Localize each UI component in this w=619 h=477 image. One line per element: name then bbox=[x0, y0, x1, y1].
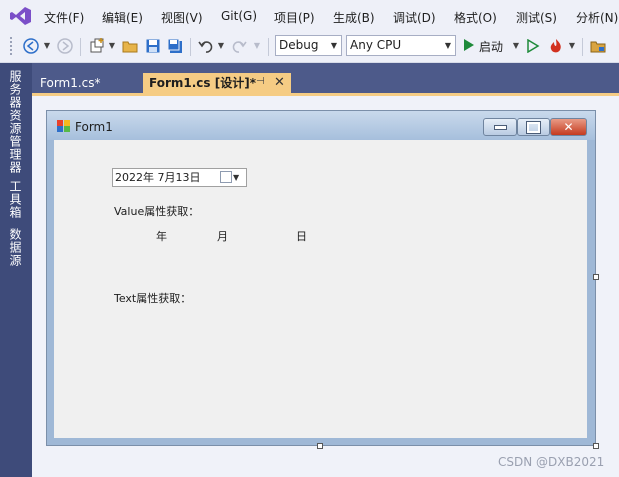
resize-handle-right[interactable] bbox=[593, 274, 599, 280]
value-property-label: Value属性获取： bbox=[114, 205, 200, 218]
start-dropdown-icon[interactable]: ▼ bbox=[512, 41, 520, 51]
new-project-icon[interactable] bbox=[88, 37, 106, 55]
minimize-button[interactable] bbox=[483, 118, 517, 136]
chevron-down-icon: ▼ bbox=[233, 173, 240, 182]
start-button[interactable]: 启动 bbox=[463, 36, 503, 56]
watermark: CSDN @DXB2021 bbox=[498, 455, 605, 469]
chevron-down-icon: ▼ bbox=[330, 41, 337, 50]
side-tab-toolbox[interactable]: 工具箱 bbox=[8, 180, 24, 219]
tab-form1-design-label: Form1.cs [设计]* bbox=[149, 76, 256, 90]
menu-edit[interactable]: 编辑(E) bbox=[102, 9, 143, 26]
date-time-picker[interactable]: 2022年 7月13日 ▼ bbox=[112, 168, 247, 187]
menu-project[interactable]: 项目(P) bbox=[274, 9, 315, 26]
new-project-dropdown-icon[interactable]: ▼ bbox=[108, 41, 116, 51]
toolbar-separator bbox=[190, 38, 191, 56]
save-all-icon[interactable] bbox=[166, 37, 184, 55]
solution-configuration-select[interactable]: Debug ▼ bbox=[275, 35, 342, 56]
chevron-down-icon: ▼ bbox=[444, 41, 451, 50]
form-title: Form1 bbox=[75, 120, 113, 134]
menu-test[interactable]: 测试(S) bbox=[516, 9, 557, 26]
menu-view[interactable]: 视图(V) bbox=[161, 9, 203, 26]
toolbar-grip[interactable] bbox=[10, 37, 15, 55]
resize-handle-bottom-right[interactable] bbox=[593, 443, 599, 449]
start-without-debugging-icon[interactable] bbox=[524, 37, 542, 55]
visual-studio-logo-icon[interactable] bbox=[10, 6, 32, 26]
toolbar-separator bbox=[582, 38, 583, 56]
back-icon[interactable] bbox=[22, 37, 40, 55]
menu-debug[interactable]: 调试(D) bbox=[393, 9, 436, 26]
month-label: 月 bbox=[217, 230, 228, 243]
pin-icon[interactable]: ⊣ bbox=[256, 76, 265, 87]
resize-handle-bottom[interactable] bbox=[317, 443, 323, 449]
toolbar-separator bbox=[80, 38, 81, 56]
play-icon bbox=[463, 38, 475, 55]
year-label: 年 bbox=[156, 230, 167, 243]
close-button[interactable]: ✕ bbox=[550, 118, 587, 136]
solution-platform-value: Any CPU bbox=[350, 38, 402, 52]
tab-form1-design[interactable]: Form1.cs [设计]* bbox=[143, 73, 291, 93]
menu-analyze[interactable]: 分析(N) bbox=[576, 9, 618, 26]
menu-file[interactable]: 文件(F) bbox=[44, 9, 84, 26]
redo-dropdown-icon[interactable]: ▼ bbox=[253, 41, 261, 51]
solution-platform-select[interactable]: Any CPU ▼ bbox=[346, 35, 456, 56]
tab-form1-code[interactable]: Form1.cs* bbox=[34, 73, 138, 93]
toolbar-separator bbox=[268, 38, 269, 56]
maximize-icon bbox=[526, 120, 541, 134]
form-app-icon bbox=[57, 120, 71, 132]
undo-icon[interactable] bbox=[197, 37, 215, 55]
menu-format[interactable]: 格式(O) bbox=[454, 9, 497, 26]
undo-dropdown-icon[interactable]: ▼ bbox=[217, 41, 225, 51]
solution-explorer-folder-icon[interactable] bbox=[589, 37, 607, 55]
start-label: 启动 bbox=[479, 39, 504, 54]
hot-reload-dropdown-icon[interactable]: ▼ bbox=[568, 41, 576, 51]
close-tab-icon[interactable]: ✕ bbox=[274, 75, 285, 90]
menu-git[interactable]: Git(G) bbox=[221, 9, 257, 23]
side-tab-data-sources[interactable]: 数据源 bbox=[8, 228, 24, 267]
solution-configuration-value: Debug bbox=[279, 38, 319, 52]
minimize-icon bbox=[493, 124, 507, 130]
hot-reload-icon[interactable] bbox=[547, 37, 565, 55]
close-icon: ✕ bbox=[563, 120, 574, 134]
day-label: 日 bbox=[296, 230, 307, 243]
open-folder-icon[interactable] bbox=[121, 37, 139, 55]
redo-icon[interactable] bbox=[230, 37, 248, 55]
date-time-picker-value: 2022年 7月13日 bbox=[115, 171, 201, 184]
side-tab-server-explorer[interactable]: 服务器资源管理器 bbox=[8, 70, 24, 174]
forward-icon[interactable] bbox=[56, 37, 74, 55]
menu-build[interactable]: 生成(B) bbox=[333, 9, 375, 26]
maximize-button[interactable] bbox=[517, 118, 550, 136]
save-icon[interactable] bbox=[144, 37, 162, 55]
text-property-label: Text属性获取： bbox=[114, 292, 192, 305]
calendar-icon bbox=[220, 171, 232, 183]
back-dropdown-icon[interactable]: ▼ bbox=[43, 41, 51, 51]
